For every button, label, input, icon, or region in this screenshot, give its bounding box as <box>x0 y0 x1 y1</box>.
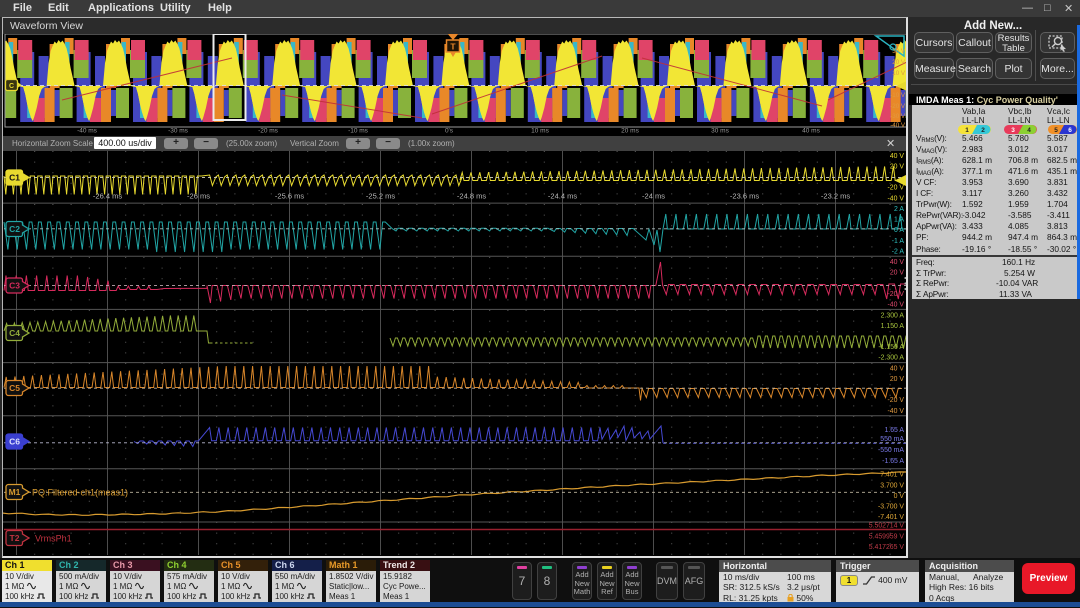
svg-text:2 A: 2 A <box>894 206 904 213</box>
svg-text:-24 ms: -24 ms <box>642 192 665 201</box>
svg-text:-24.8 ms: -24.8 ms <box>457 192 486 201</box>
svg-text:T2: T2 <box>10 533 20 543</box>
svg-text:2.300 A: 2.300 A <box>881 312 905 319</box>
svg-text:20 V: 20 V <box>890 270 905 277</box>
svg-text:C2: C2 <box>9 224 20 234</box>
svg-text:C: C <box>9 83 14 90</box>
svg-text:-24.4 ms: -24.4 ms <box>548 192 577 201</box>
svg-text:10 V: 10 V <box>892 70 906 77</box>
svg-text:10 ms: 10 ms <box>531 128 549 135</box>
svg-text:40 V: 40 V <box>890 259 905 266</box>
svg-text:-30 ms: -30 ms <box>168 128 189 135</box>
svg-text:-25.6 ms: -25.6 ms <box>275 192 304 201</box>
svg-text:40 ms: 40 ms <box>802 128 820 135</box>
svg-text:-2.300 A: -2.300 A <box>878 355 904 362</box>
svg-text:20 ms: 20 ms <box>621 128 639 135</box>
svg-text:20 V: 20 V <box>890 164 905 171</box>
svg-text:30 V: 30 V <box>892 48 906 55</box>
svg-text:-20 V: -20 V <box>888 291 905 298</box>
svg-text:C3: C3 <box>9 281 20 291</box>
svg-text:-20 V: -20 V <box>890 103 906 110</box>
svg-text:-23.2 ms: -23.2 ms <box>821 192 850 201</box>
svg-text:-40 V: -40 V <box>890 122 906 129</box>
svg-text:5.417265 V: 5.417265 V <box>869 544 905 551</box>
svg-text:-1.65 A: -1.65 A <box>882 458 904 465</box>
svg-text:-23.6 ms: -23.6 ms <box>730 192 759 201</box>
svg-text:30 ms: 30 ms <box>711 128 729 135</box>
svg-text:C1: C1 <box>9 173 20 183</box>
svg-text:-40 V: -40 V <box>888 302 905 309</box>
svg-text:0 A: 0 A <box>894 227 904 234</box>
svg-text:T: T <box>450 42 456 52</box>
svg-text:-2 A: -2 A <box>892 248 905 255</box>
svg-text:5.459959 V: 5.459959 V <box>869 534 905 541</box>
svg-text:M1: M1 <box>9 487 21 497</box>
svg-text:-7.401 V: -7.401 V <box>878 514 904 521</box>
svg-text:-20 V: -20 V <box>888 185 905 192</box>
svg-text:-1.150 A: -1.150 A <box>878 344 904 351</box>
svg-text:C6: C6 <box>9 437 20 447</box>
svg-text:0's: 0's <box>445 128 454 135</box>
svg-text:VrmsPh1: VrmsPh1 <box>35 534 72 544</box>
svg-text:1 A: 1 A <box>894 217 904 224</box>
svg-text:-40 V: -40 V <box>888 408 905 415</box>
svg-text:1.65 A: 1.65 A <box>884 427 904 434</box>
svg-text:7.401 V: 7.401 V <box>880 472 904 479</box>
svg-text:-40 ms: -40 ms <box>77 128 98 135</box>
svg-text:-1 A: -1 A <box>892 238 905 245</box>
svg-text:40 V: 40 V <box>890 365 905 372</box>
svg-text:20 V: 20 V <box>890 376 905 383</box>
svg-text:-25.2 ms: -25.2 ms <box>366 192 395 201</box>
svg-text:-40 V: -40 V <box>888 195 905 202</box>
svg-text:0 V: 0 V <box>894 493 905 500</box>
svg-text:-20 ms: -20 ms <box>258 128 279 135</box>
svg-text:20 V: 20 V <box>892 59 906 66</box>
svg-text:5.502714 V: 5.502714 V <box>869 523 905 530</box>
svg-text:550 mA: 550 mA <box>880 436 904 443</box>
svg-text:-30 V: -30 V <box>890 113 906 120</box>
svg-text:C5: C5 <box>9 383 20 393</box>
svg-text:40 V: 40 V <box>890 153 905 160</box>
svg-text:-550 mA: -550 mA <box>878 447 904 454</box>
svg-text:1.150 A: 1.150 A <box>881 323 905 330</box>
svg-text:-10 V: -10 V <box>890 92 906 99</box>
svg-text:-26.4 ms: -26.4 ms <box>93 192 122 201</box>
svg-text:-26 ms: -26 ms <box>187 192 210 201</box>
svg-text:-10 ms: -10 ms <box>348 128 369 135</box>
svg-text:C4: C4 <box>9 328 20 338</box>
svg-text:3.700 V: 3.700 V <box>880 482 904 489</box>
svg-text:-20 V: -20 V <box>888 397 905 404</box>
svg-text:-3.700 V: -3.700 V <box>878 504 904 511</box>
svg-text:PQ:Filtered-ch1(meas1): PQ:Filtered-ch1(meas1) <box>32 488 128 498</box>
